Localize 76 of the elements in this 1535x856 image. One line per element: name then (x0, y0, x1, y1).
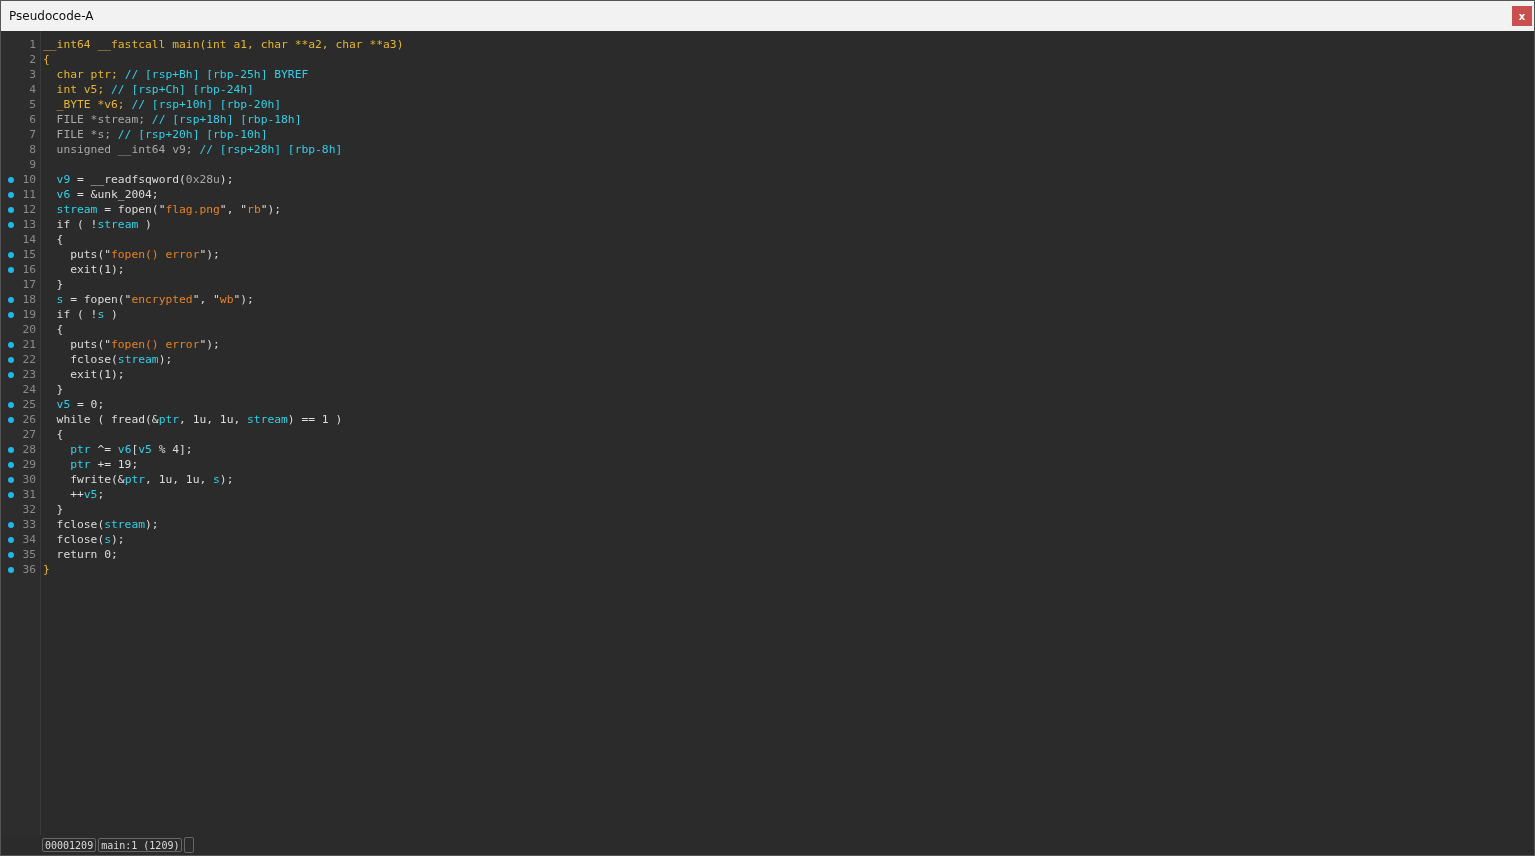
code-line: { (55, 233, 64, 246)
line-number: 19 (22, 308, 36, 321)
code-line: if ( !stream ) (55, 218, 152, 231)
line-number: 31 (22, 488, 36, 501)
code-line: ++v5; (69, 488, 105, 501)
line-number: 9 (28, 158, 36, 171)
code-line: return 0; (55, 548, 118, 561)
line-number: 2 (28, 53, 36, 66)
code-line: { (55, 428, 64, 441)
line-number: 32 (22, 503, 36, 516)
code-line: v6 = &unk_2004; (55, 188, 159, 201)
code-line: int v5; // [rsp+Ch] [rbp-24h] (55, 83, 254, 96)
line-number: 8 (28, 143, 36, 156)
code-line: unsigned __int64 v9; // [rsp+28h] [rbp-8h] (55, 143, 343, 156)
line-number: 18 (22, 293, 36, 306)
line-number: 20 (22, 323, 36, 336)
code-line: ptr += 19; (69, 458, 139, 471)
line-number: 29 (22, 458, 36, 471)
line-number: 33 (22, 518, 36, 531)
line-number: 28 (22, 443, 36, 456)
code-line: } (43, 563, 50, 576)
code-line: } (55, 383, 64, 396)
line-number: 21 (22, 338, 36, 351)
code-line: v5 = 0; (55, 398, 105, 411)
code-line: fwrite(&ptr, 1u, 1u, s); (69, 473, 234, 486)
line-number: 10 (22, 173, 36, 186)
line-number: 27 (22, 428, 36, 441)
close-button[interactable]: x (1512, 6, 1532, 26)
line-number: 11 (22, 188, 36, 201)
line-number: 23 (22, 368, 36, 381)
status-field: main:1 (1209) (98, 838, 183, 852)
line-number: 22 (22, 353, 36, 366)
line-number: 17 (22, 278, 36, 291)
line-number: 35 (22, 548, 36, 561)
line-number: 13 (22, 218, 36, 231)
window-title: Pseudocode-A (9, 9, 94, 23)
line-number: 5 (28, 98, 36, 111)
code-line: exit(1); (69, 263, 125, 276)
line-number: 16 (22, 263, 36, 276)
code-line: fclose(stream); (69, 353, 173, 366)
line-number: 1 (28, 38, 36, 51)
code-line: s = fopen("encrypted", "wb"); (55, 293, 254, 306)
line-number: 36 (22, 563, 36, 576)
code-line: exit(1); (69, 368, 125, 381)
line-number: 26 (22, 413, 36, 426)
code-line: puts("fopen() error"); (69, 248, 220, 261)
code-line: } (55, 278, 64, 291)
status-field: 00001209 (42, 838, 97, 852)
code-line: fclose(stream); (55, 518, 159, 531)
code-line: stream = fopen("flag.png", "rb"); (55, 203, 282, 216)
code-line: puts("fopen() error"); (69, 338, 220, 351)
code-line: { (55, 323, 64, 336)
line-number: 6 (28, 113, 36, 126)
line-number: 14 (22, 233, 36, 246)
code-line: { (43, 53, 50, 66)
line-number: 25 (22, 398, 36, 411)
code-line: ptr ^= v6[v5 % 4]; (69, 443, 193, 456)
code-line: if ( !s ) (55, 308, 118, 321)
line-number: 15 (22, 248, 36, 261)
code-line: fclose(s); (55, 533, 125, 546)
code-line: } (55, 503, 64, 516)
line-number: 34 (22, 533, 36, 546)
code-line: FILE *stream; // [rsp+18h] [rbp-18h] (55, 113, 302, 126)
line-number: 7 (28, 128, 36, 141)
line-number: 24 (22, 383, 36, 396)
line-number: 12 (22, 203, 36, 216)
code-line: while ( fread(&ptr, 1u, 1u, stream) == 1 ) (55, 413, 343, 426)
line-number: 30 (22, 473, 36, 486)
line-number: 3 (28, 68, 36, 81)
code-line: __int64 __fastcall main(int a1, char **a2, char **a3) (43, 38, 404, 51)
status-field (184, 837, 195, 853)
code-line: FILE *s; // [rsp+20h] [rbp-10h] (55, 128, 268, 141)
code-line: _BYTE *v6; // [rsp+10h] [rbp-20h] (55, 98, 282, 111)
line-number: 4 (28, 83, 36, 96)
code-line: v9 = __readfsqword(0x28u); (55, 173, 234, 186)
code-line: char ptr; // [rsp+Bh] [rbp-25h] BYREF (55, 68, 309, 81)
